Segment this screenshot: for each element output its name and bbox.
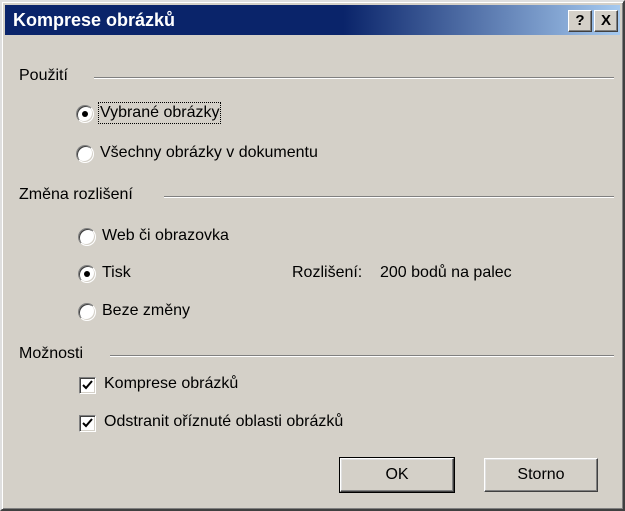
group-label-options: Možnosti	[19, 345, 84, 362]
group-label-resolution: Změna rozlišení	[19, 186, 133, 203]
group-divider-usage	[94, 77, 614, 79]
radio-dot	[84, 271, 90, 277]
radio-label-all-pictures[interactable]: Všechny obrázky v dokumentu	[100, 144, 318, 162]
resolution-info-value: 200 bodů na palec	[380, 264, 512, 281]
radio-all-pictures[interactable]	[76, 145, 94, 163]
title-bar[interactable]: Komprese obrázků ? X	[5, 5, 620, 35]
radio-dot	[82, 111, 88, 117]
resolution-info-label: Rozlišení:	[292, 264, 363, 281]
close-button[interactable]: X	[594, 10, 618, 32]
radio-print[interactable]	[78, 265, 96, 283]
group-label-usage: Použití	[19, 67, 68, 84]
checkbox-delete-cropped-areas[interactable]	[79, 415, 96, 432]
checkmark-icon	[82, 418, 93, 428]
checkmark-icon	[82, 380, 93, 390]
group-divider-resolution	[164, 196, 614, 198]
compress-pictures-dialog: Komprese obrázků ? X Použití Vybrané obr…	[0, 0, 625, 511]
radio-label-print[interactable]: Tisk	[102, 264, 131, 282]
radio-label-web-screen[interactable]: Web či obrazovka	[102, 227, 229, 245]
radio-label-no-change[interactable]: Beze změny	[102, 302, 190, 320]
ok-button[interactable]: OK	[339, 457, 455, 493]
group-divider-options	[110, 355, 614, 357]
dialog-title: Komprese obrázků	[13, 10, 176, 30]
checkbox-label-compress-pictures[interactable]: Komprese obrázků	[104, 375, 238, 393]
checkbox-label-delete-cropped-areas[interactable]: Odstranit oříznuté oblasti obrázků	[104, 413, 343, 431]
radio-web-screen[interactable]	[78, 228, 96, 246]
radio-label-selected-pictures[interactable]: Vybrané obrázky	[97, 102, 222, 124]
help-button[interactable]: ?	[568, 10, 592, 32]
radio-no-change[interactable]	[78, 303, 96, 321]
checkbox-compress-pictures[interactable]	[79, 377, 96, 394]
radio-selected-pictures[interactable]	[76, 105, 94, 123]
cancel-button[interactable]: Storno	[484, 458, 598, 492]
